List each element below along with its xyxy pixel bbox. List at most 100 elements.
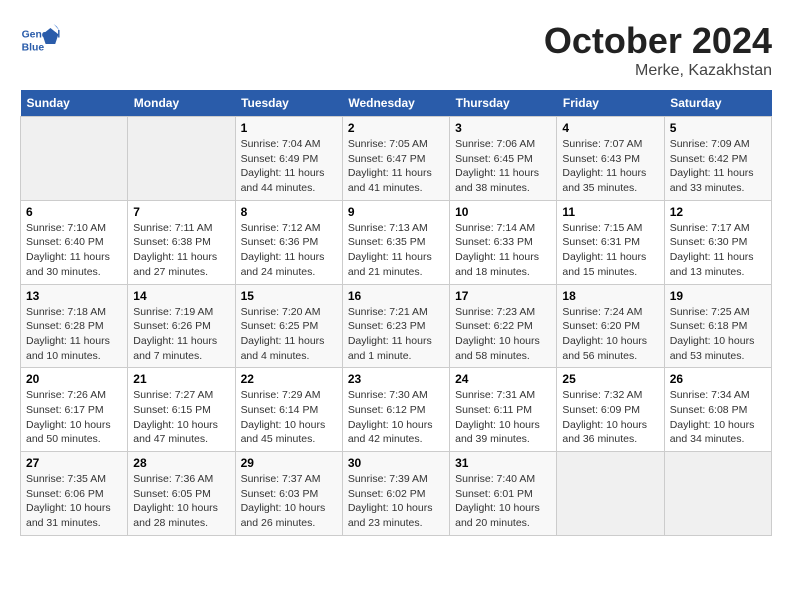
weekday-header-tuesday: Tuesday: [235, 90, 342, 117]
calendar-cell: 30Sunrise: 7:39 AM Sunset: 6:02 PM Dayli…: [342, 452, 449, 536]
day-number: 18: [562, 289, 658, 303]
day-number: 31: [455, 456, 551, 470]
calendar-cell: 8 Sunrise: 7:12 AM Sunset: 6:36 PM Daylig…: [235, 200, 342, 284]
day-number: 30: [348, 456, 444, 470]
day-info: Sunrise: 7:05 AM Sunset: 6:47 PM Dayligh…: [348, 137, 444, 196]
day-number: 5: [670, 121, 766, 135]
calendar-cell: 28Sunrise: 7:36 AM Sunset: 6:05 PM Dayli…: [128, 452, 235, 536]
weekday-header-friday: Friday: [557, 90, 664, 117]
day-number: 27: [26, 456, 122, 470]
day-info: Sunrise: 7:04 AM Sunset: 6:49 PM Dayligh…: [241, 137, 337, 196]
day-number: 24: [455, 372, 551, 386]
calendar-week-row: 1 Sunrise: 7:04 AM Sunset: 6:49 PM Daylig…: [21, 117, 772, 201]
day-info: Sunrise: 7:09 AM Sunset: 6:42 PM Dayligh…: [670, 137, 766, 196]
day-info: Sunrise: 7:26 AM Sunset: 6:17 PM Dayligh…: [26, 388, 122, 447]
day-number: 4: [562, 121, 658, 135]
day-number: 10: [455, 205, 551, 219]
calendar-cell: 2 Sunrise: 7:05 AM Sunset: 6:47 PM Daylig…: [342, 117, 449, 201]
day-info: Sunrise: 7:25 AM Sunset: 6:18 PM Dayligh…: [670, 305, 766, 364]
day-info: Sunrise: 7:29 AM Sunset: 6:14 PM Dayligh…: [241, 388, 337, 447]
calendar-cell: 12 Sunrise: 7:17 AM Sunset: 6:30 PM Dayli…: [664, 200, 771, 284]
calendar-cell: 21 Sunrise: 7:27 AM Sunset: 6:15 PM Dayli…: [128, 368, 235, 452]
weekday-header-monday: Monday: [128, 90, 235, 117]
day-info: Sunrise: 7:06 AM Sunset: 6:45 PM Dayligh…: [455, 137, 551, 196]
calendar-cell: 29Sunrise: 7:37 AM Sunset: 6:03 PM Dayli…: [235, 452, 342, 536]
day-info: Sunrise: 7:21 AM Sunset: 6:23 PM Dayligh…: [348, 305, 444, 364]
day-info: Sunrise: 7:10 AM Sunset: 6:40 PM Dayligh…: [26, 221, 122, 280]
day-info: Sunrise: 7:19 AM Sunset: 6:26 PM Dayligh…: [133, 305, 229, 364]
logo: General Blue: [20, 20, 64, 60]
day-number: 12: [670, 205, 766, 219]
calendar-cell: 26Sunrise: 7:34 AM Sunset: 6:08 PM Dayli…: [664, 368, 771, 452]
svg-text:Blue: Blue: [22, 42, 45, 53]
weekday-header-thursday: Thursday: [450, 90, 557, 117]
calendar-cell: [21, 117, 128, 201]
day-number: 16: [348, 289, 444, 303]
day-info: Sunrise: 7:24 AM Sunset: 6:20 PM Dayligh…: [562, 305, 658, 364]
calendar-cell: 24 Sunrise: 7:31 AM Sunset: 6:11 PM Dayli…: [450, 368, 557, 452]
day-info: Sunrise: 7:32 AM Sunset: 6:09 PM Dayligh…: [562, 388, 658, 447]
day-number: 14: [133, 289, 229, 303]
calendar-cell: 3 Sunrise: 7:06 AM Sunset: 6:45 PM Daylig…: [450, 117, 557, 201]
calendar-cell: 6 Sunrise: 7:10 AM Sunset: 6:40 PM Daylig…: [21, 200, 128, 284]
day-info: Sunrise: 7:07 AM Sunset: 6:43 PM Dayligh…: [562, 137, 658, 196]
day-number: 22: [241, 372, 337, 386]
day-number: 19: [670, 289, 766, 303]
day-info: Sunrise: 7:20 AM Sunset: 6:25 PM Dayligh…: [241, 305, 337, 364]
calendar-week-row: 6 Sunrise: 7:10 AM Sunset: 6:40 PM Daylig…: [21, 200, 772, 284]
calendar-cell: 20 Sunrise: 7:26 AM Sunset: 6:17 PM Dayli…: [21, 368, 128, 452]
calendar-cell: 23 Sunrise: 7:30 AM Sunset: 6:12 PM Dayli…: [342, 368, 449, 452]
day-number: 7: [133, 205, 229, 219]
day-info: Sunrise: 7:27 AM Sunset: 6:15 PM Dayligh…: [133, 388, 229, 447]
day-info: Sunrise: 7:40 AM Sunset: 6:01 PM Dayligh…: [455, 472, 551, 531]
day-number: 23: [348, 372, 444, 386]
day-number: 21: [133, 372, 229, 386]
day-info: Sunrise: 7:23 AM Sunset: 6:22 PM Dayligh…: [455, 305, 551, 364]
weekday-header-sunday: Sunday: [21, 90, 128, 117]
calendar-cell: [664, 452, 771, 536]
day-number: 6: [26, 205, 122, 219]
day-info: Sunrise: 7:17 AM Sunset: 6:30 PM Dayligh…: [670, 221, 766, 280]
calendar-cell: 9Sunrise: 7:13 AM Sunset: 6:35 PM Daylig…: [342, 200, 449, 284]
calendar-cell: 11Sunrise: 7:15 AM Sunset: 6:31 PM Dayli…: [557, 200, 664, 284]
day-number: 15: [241, 289, 337, 303]
day-info: Sunrise: 7:31 AM Sunset: 6:11 PM Dayligh…: [455, 388, 551, 447]
day-info: Sunrise: 7:35 AM Sunset: 6:06 PM Dayligh…: [26, 472, 122, 531]
day-number: 25: [562, 372, 658, 386]
weekday-header-wednesday: Wednesday: [342, 90, 449, 117]
weekday-header-row: SundayMondayTuesdayWednesdayThursdayFrid…: [21, 90, 772, 117]
day-number: 17: [455, 289, 551, 303]
calendar-week-row: 20 Sunrise: 7:26 AM Sunset: 6:17 PM Dayli…: [21, 368, 772, 452]
day-number: 29: [241, 456, 337, 470]
calendar-cell: 16 Sunrise: 7:21 AM Sunset: 6:23 PM Dayli…: [342, 284, 449, 368]
day-info: Sunrise: 7:12 AM Sunset: 6:36 PM Dayligh…: [241, 221, 337, 280]
day-number: 1: [241, 121, 337, 135]
month-title: October 2024: [544, 20, 772, 62]
title-block: October 2024 Merke, Kazakhstan: [544, 20, 772, 80]
calendar-cell: 22 Sunrise: 7:29 AM Sunset: 6:14 PM Dayli…: [235, 368, 342, 452]
calendar-week-row: 13 Sunrise: 7:18 AM Sunset: 6:28 PM Dayli…: [21, 284, 772, 368]
calendar-cell: 1 Sunrise: 7:04 AM Sunset: 6:49 PM Daylig…: [235, 117, 342, 201]
calendar-cell: 5 Sunrise: 7:09 AM Sunset: 6:42 PM Daylig…: [664, 117, 771, 201]
day-number: 20: [26, 372, 122, 386]
calendar-table: SundayMondayTuesdayWednesdayThursdayFrid…: [20, 90, 772, 536]
day-number: 28: [133, 456, 229, 470]
calendar-week-row: 27 Sunrise: 7:35 AM Sunset: 6:06 PM Dayli…: [21, 452, 772, 536]
calendar-cell: 19 Sunrise: 7:25 AM Sunset: 6:18 PM Dayli…: [664, 284, 771, 368]
day-info: Sunrise: 7:14 AM Sunset: 6:33 PM Dayligh…: [455, 221, 551, 280]
calendar-cell: 7 Sunrise: 7:11 AM Sunset: 6:38 PM Daylig…: [128, 200, 235, 284]
day-info: Sunrise: 7:18 AM Sunset: 6:28 PM Dayligh…: [26, 305, 122, 364]
day-info: Sunrise: 7:13 AM Sunset: 6:35 PM Dayligh…: [348, 221, 444, 280]
calendar-cell: 31 Sunrise: 7:40 AM Sunset: 6:01 PM Dayli…: [450, 452, 557, 536]
day-info: Sunrise: 7:11 AM Sunset: 6:38 PM Dayligh…: [133, 221, 229, 280]
day-number: 8: [241, 205, 337, 219]
calendar-cell: 10 Sunrise: 7:14 AM Sunset: 6:33 PM Dayli…: [450, 200, 557, 284]
day-number: 26: [670, 372, 766, 386]
day-number: 13: [26, 289, 122, 303]
day-number: 3: [455, 121, 551, 135]
calendar-cell: 4 Sunrise: 7:07 AM Sunset: 6:43 PM Daylig…: [557, 117, 664, 201]
day-info: Sunrise: 7:30 AM Sunset: 6:12 PM Dayligh…: [348, 388, 444, 447]
calendar-cell: 27 Sunrise: 7:35 AM Sunset: 6:06 PM Dayli…: [21, 452, 128, 536]
calendar-cell: 25 Sunrise: 7:32 AM Sunset: 6:09 PM Dayli…: [557, 368, 664, 452]
day-number: 2: [348, 121, 444, 135]
